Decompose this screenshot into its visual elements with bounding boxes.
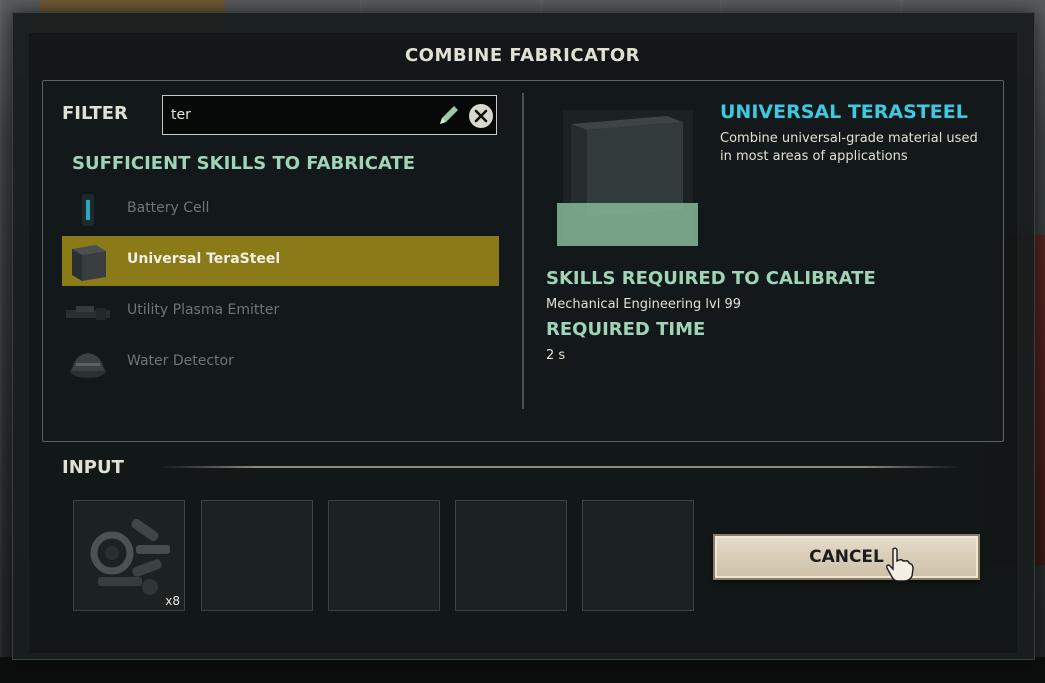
- recipe-item-utility-plasma-emitter[interactable]: Utility Plasma Emitter: [62, 287, 499, 337]
- recipe-label: Utility Plasma Emitter: [127, 302, 280, 318]
- recipe-item-battery-cell[interactable]: Battery Cell: [62, 185, 499, 235]
- clear-icon[interactable]: [468, 103, 494, 129]
- recipe-label: Battery Cell: [127, 200, 210, 216]
- hand-cursor-icon: [886, 547, 914, 582]
- terasteel-cube-icon: [72, 245, 106, 281]
- input-slot-3[interactable]: [328, 500, 440, 611]
- battery-cell-icon: [82, 194, 94, 226]
- panel-divider: [522, 93, 524, 409]
- background-strip: [0, 657, 1045, 683]
- recipe-label: Water Detector: [127, 353, 234, 369]
- skills-value: Mechanical Engineering lvl 99: [546, 297, 741, 312]
- input-label: INPUT: [62, 457, 124, 478]
- water-detector-icon: [70, 353, 106, 378]
- input-divider: [160, 466, 960, 468]
- pencil-icon[interactable]: [436, 102, 462, 128]
- terasteel-preview-image: [557, 110, 698, 246]
- recipes-heading: SUFFICIENT SKILLS TO FABRICATE: [72, 153, 416, 174]
- cancel-button[interactable]: CANCEL: [713, 534, 980, 580]
- recipe-item-universal-terasteel[interactable]: Universal TeraSteel: [62, 236, 499, 286]
- mechanical-parts-icon: [90, 518, 170, 595]
- plasma-emitter-icon: [66, 306, 110, 320]
- slot-count: x8: [165, 594, 180, 608]
- time-heading: REQUIRED TIME: [546, 319, 706, 340]
- filter-input[interactable]: [171, 104, 431, 126]
- input-slot-1[interactable]: x8: [73, 500, 185, 611]
- window-title: COMBINE FABRICATOR: [404, 45, 641, 66]
- item-description: Combine universal-grade material used in…: [720, 131, 978, 164]
- filter-field[interactable]: [162, 95, 497, 135]
- time-value: 2 s: [546, 348, 566, 363]
- recipe-item-water-detector[interactable]: Water Detector: [62, 338, 499, 388]
- recipe-label: Universal TeraSteel: [127, 251, 281, 267]
- input-slot-5[interactable]: [582, 500, 694, 611]
- input-slot-2[interactable]: [201, 500, 313, 611]
- filter-label: FILTER: [62, 103, 128, 124]
- input-slot-4[interactable]: [455, 500, 567, 611]
- skills-heading: SKILLS REQUIRED TO CALIBRATE: [546, 268, 876, 289]
- item-title: UNIVERSAL TERASTEEL: [720, 101, 968, 123]
